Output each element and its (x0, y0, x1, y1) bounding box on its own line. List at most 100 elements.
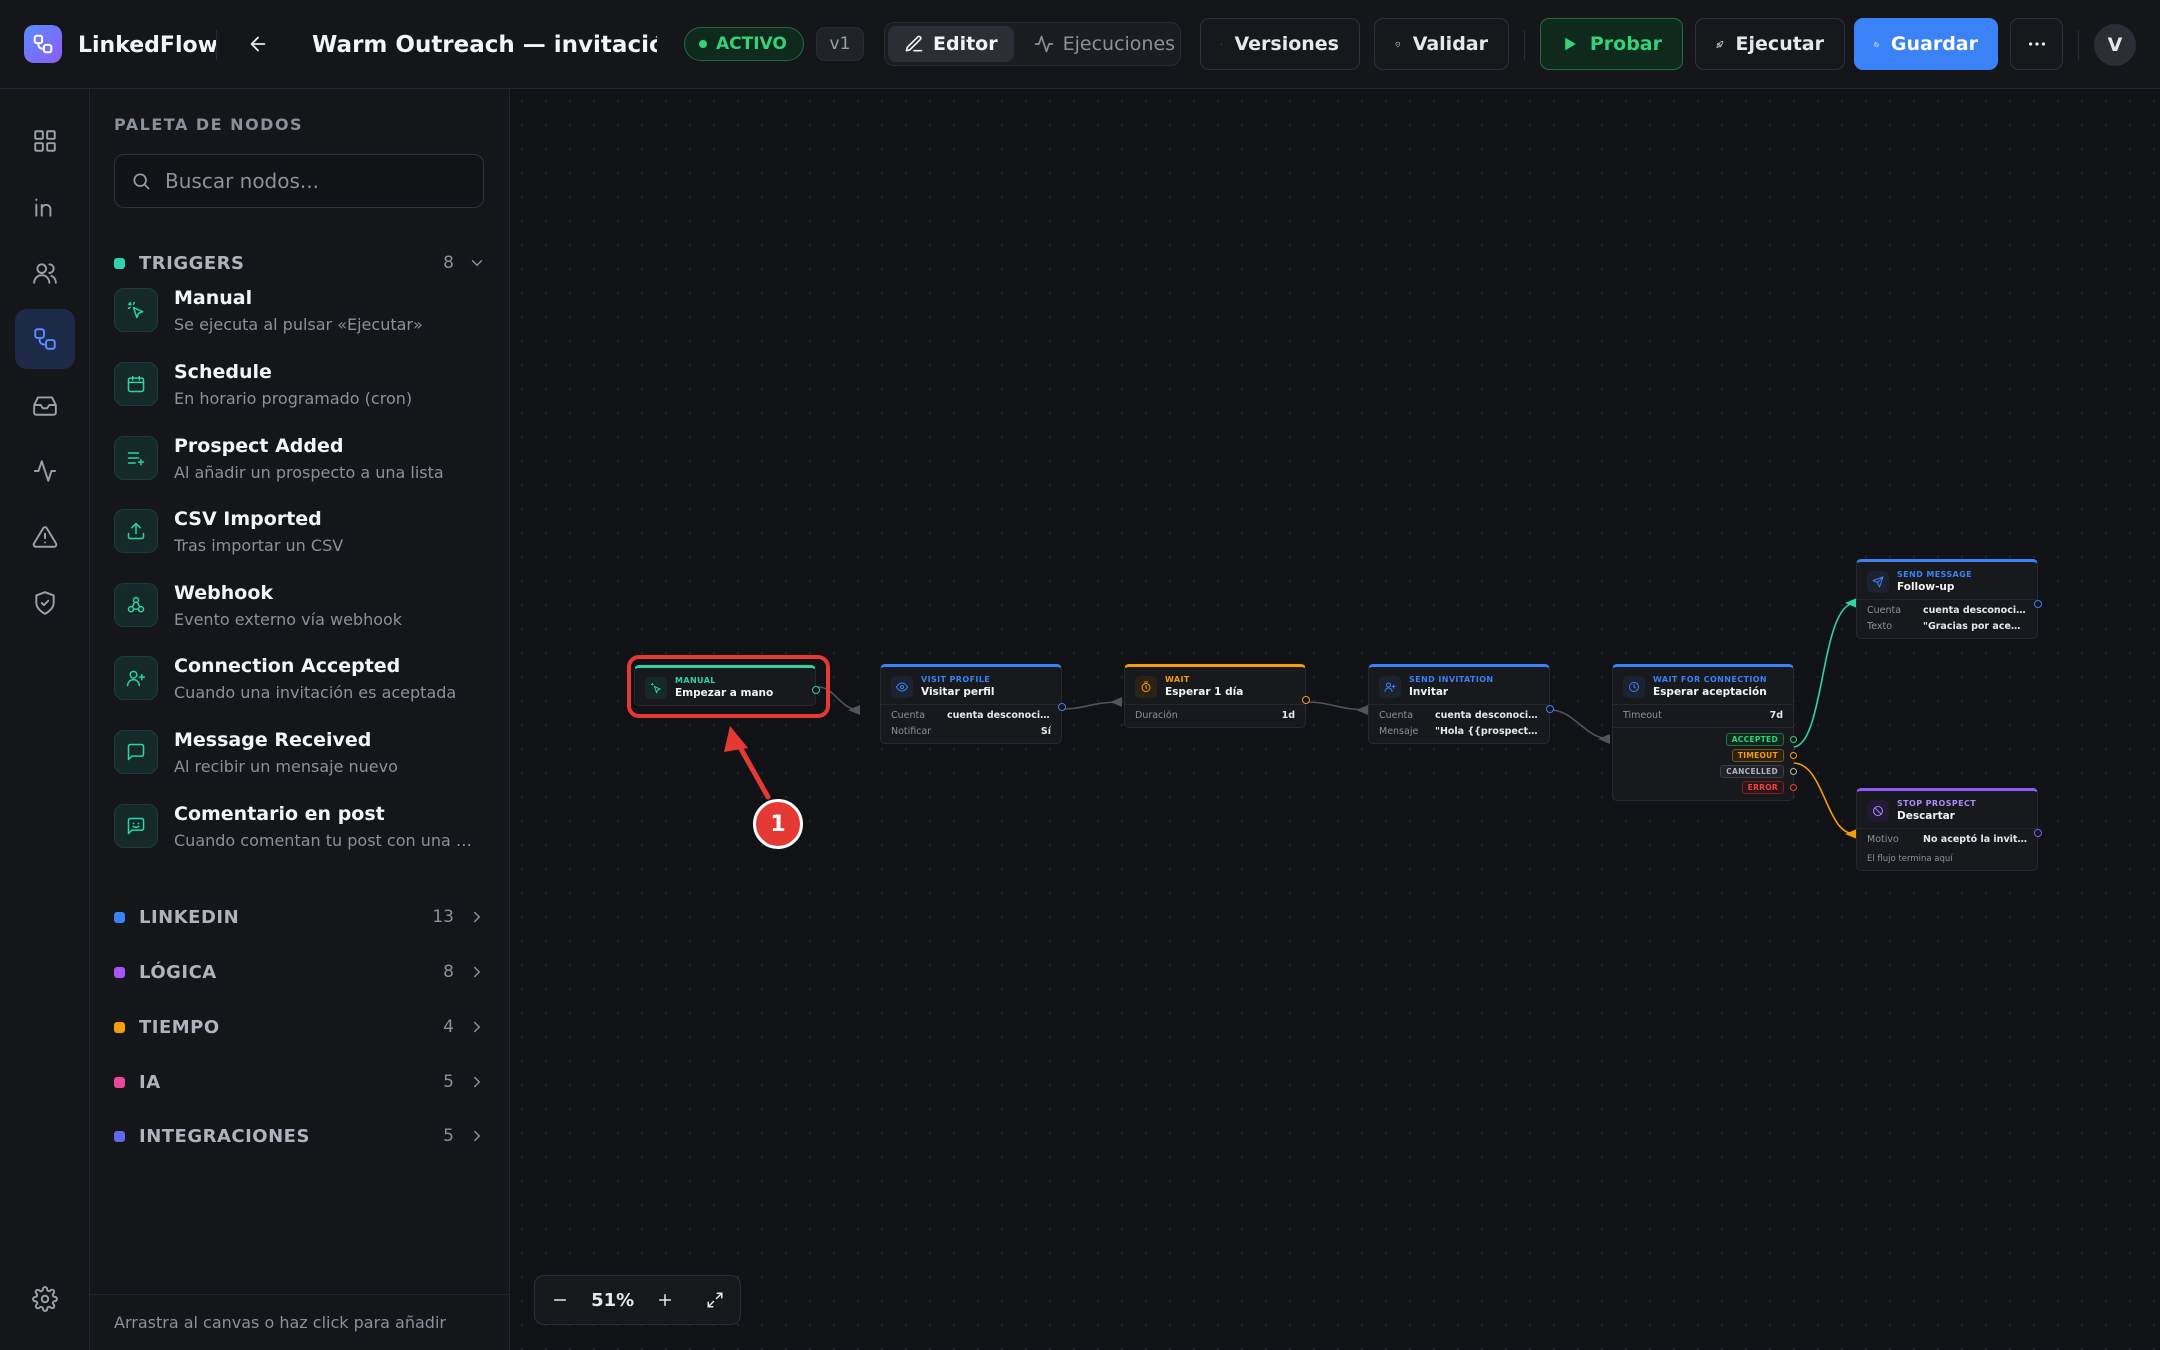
rail-linkedin[interactable] (15, 177, 75, 237)
more-horizontal-icon (2028, 42, 2045, 46)
node-field: Timeout 7d (1623, 710, 1783, 721)
node-name: Descartar (1897, 810, 1955, 822)
palette-node-post-comment[interactable]: Comentario en post Cuando comentan tu pos… (114, 795, 486, 857)
category-ai[interactable]: IA 5 (114, 1066, 486, 1098)
fit-view-button[interactable] (690, 1276, 740, 1324)
edge-accepted (1792, 602, 1856, 748)
mode-toggle: Editor Ejecuciones (884, 22, 1181, 66)
category-logic[interactable]: LÓGICA 8 (114, 956, 486, 988)
category-count: 5 (443, 1126, 454, 1146)
save-label: Guardar (1890, 33, 1978, 55)
more-options-button[interactable] (2010, 18, 2063, 70)
node-desc: Tras importar un CSV (174, 535, 344, 555)
outcome-port[interactable] (1790, 784, 1797, 791)
chevron-right-icon (474, 1076, 481, 1088)
rail-workflows[interactable] (15, 309, 75, 369)
app-logo[interactable] (24, 25, 62, 63)
flow-node-visit-profile[interactable]: VISIT PROFILE Visitar perfil Cuenta cuenta… (880, 664, 1066, 744)
outcome-port[interactable] (1790, 752, 1797, 759)
tab-editor[interactable]: Editor (888, 26, 1014, 62)
edge (1549, 709, 1611, 740)
node-icon-box (1135, 675, 1157, 698)
search-box[interactable] (114, 154, 484, 208)
zoom-out-button[interactable] (535, 1276, 585, 1324)
node-type: WAIT (1165, 675, 1190, 684)
back-button[interactable] (240, 26, 276, 62)
workflow-logo-icon (33, 34, 53, 54)
play-icon (1565, 37, 1576, 51)
category-name: IA (139, 1071, 161, 1093)
test-button[interactable]: Probar (1540, 18, 1683, 70)
versions-button[interactable]: Versiones (1200, 18, 1360, 70)
flow-node-wait[interactable]: WAIT Esperar 1 día Duración 1d (1124, 664, 1310, 728)
outcome-port[interactable] (1790, 736, 1797, 743)
run-button[interactable]: Ejecutar (1695, 18, 1845, 70)
category-name: LINKEDIN (139, 906, 240, 928)
outcome-port[interactable] (1790, 768, 1797, 775)
output-port[interactable] (2034, 600, 2042, 608)
flow-node-send-message[interactable]: SEND MESSAGE Follow-up Cuenta cuenta desco… (1856, 559, 2042, 639)
version-badge[interactable]: v1 (816, 27, 864, 61)
palette-node-prospect-added[interactable]: Prospect Added Al añadir un prospecto a u… (114, 427, 486, 489)
user-plus-icon (1384, 682, 1396, 692)
node-icon-box (114, 730, 158, 774)
rail-alerts[interactable] (15, 507, 75, 567)
rail-users[interactable] (15, 243, 75, 303)
pencil-icon (905, 35, 923, 52)
calendar-icon (127, 375, 145, 393)
rail-activity[interactable] (15, 441, 75, 501)
node-type: SEND INVITATION (1409, 675, 1494, 684)
rail-dashboard[interactable] (15, 111, 75, 171)
tab-executions-label: Ejecuciones (1062, 33, 1176, 55)
edge-arrow (1110, 697, 1122, 707)
category-color (114, 1021, 125, 1033)
palette-node-csv-imported[interactable]: CSV Imported Tras importar un CSV (114, 500, 486, 562)
validate-button[interactable]: Validar (1374, 18, 1509, 70)
flow-canvas[interactable]: MANUAL Empezar a mano VISIT PROFILE Visita… (510, 89, 2160, 1350)
flow-node-send-invitation[interactable]: SEND INVITATION Invitar Cuenta cuenta desc… (1368, 664, 1554, 744)
maximize-icon (707, 1292, 723, 1308)
flow-node-stop-prospect[interactable]: STOP PROSPECT Descartar Motivo No aceptó l… (1856, 788, 2042, 871)
node-name: CSV Imported (174, 507, 322, 530)
category-name: TIEMPO (139, 1016, 220, 1038)
rail-settings[interactable] (15, 1269, 75, 1329)
palette-node-message-received[interactable]: Message Received Al recibir un mensaje nu… (114, 721, 486, 783)
category-linkedin[interactable]: LINKEDIN 13 (114, 901, 486, 933)
node-icon-box (114, 362, 158, 406)
flow-node-wait-for-connection[interactable]: WAIT FOR CONNECTION Esperar aceptación Ti… (1612, 664, 1797, 801)
chevron-right-icon (474, 1021, 481, 1033)
run-label: Ejecutar (1735, 33, 1824, 55)
save-button[interactable]: Guardar (1854, 18, 1998, 70)
search-input[interactable] (165, 169, 465, 193)
pointer-icon (127, 301, 144, 319)
zoom-in-button[interactable] (640, 1276, 690, 1324)
node-name: Comentario en post (174, 802, 385, 825)
flow-title[interactable]: Warm Outreach — invitación + fol (312, 28, 657, 62)
node-field: Mensaje"Hola {{prospect.first... (1379, 726, 1539, 737)
palette-node-manual[interactable]: Manual Se ejecuta al pulsar «Ejecutar» (114, 279, 486, 341)
category-triggers[interactable]: TRIGGERS 8 (114, 247, 486, 279)
node-icon-box (891, 675, 913, 698)
rail-inbox[interactable] (15, 375, 75, 435)
output-port[interactable] (1546, 705, 1554, 713)
category-color (114, 1076, 125, 1088)
category-count: 8 (443, 253, 454, 273)
tab-executions[interactable]: Ejecuciones (1018, 26, 1191, 62)
output-port[interactable] (1058, 703, 1066, 711)
divider (1524, 30, 1525, 60)
category-integrations[interactable]: INTEGRACIONES 5 (114, 1120, 486, 1152)
settings-icon (32, 1286, 58, 1312)
palette-node-schedule[interactable]: Schedule En horario programado (cron) (114, 353, 486, 415)
palette-node-webhook[interactable]: Webhook Evento externo vía webhook (114, 574, 486, 636)
rail-security[interactable] (15, 573, 75, 633)
palette-node-connection-accepted[interactable]: Connection Accepted Cuando una invitación… (114, 647, 486, 709)
output-port[interactable] (1302, 696, 1310, 704)
output-port[interactable] (2034, 829, 2042, 837)
top-bar: LinkedFlow Warm Outreach — invitación + … (0, 0, 2160, 89)
node-icon-box (1867, 570, 1889, 593)
workflow-icon (34, 328, 56, 350)
user-avatar[interactable]: V (2094, 24, 2136, 66)
palette-footer-hint: Arrastra al canvas o haz click para añad… (90, 1294, 510, 1350)
node-desc: Se ejecuta al pulsar «Ejecutar» (174, 314, 423, 334)
category-time[interactable]: TIEMPO 4 (114, 1011, 486, 1043)
